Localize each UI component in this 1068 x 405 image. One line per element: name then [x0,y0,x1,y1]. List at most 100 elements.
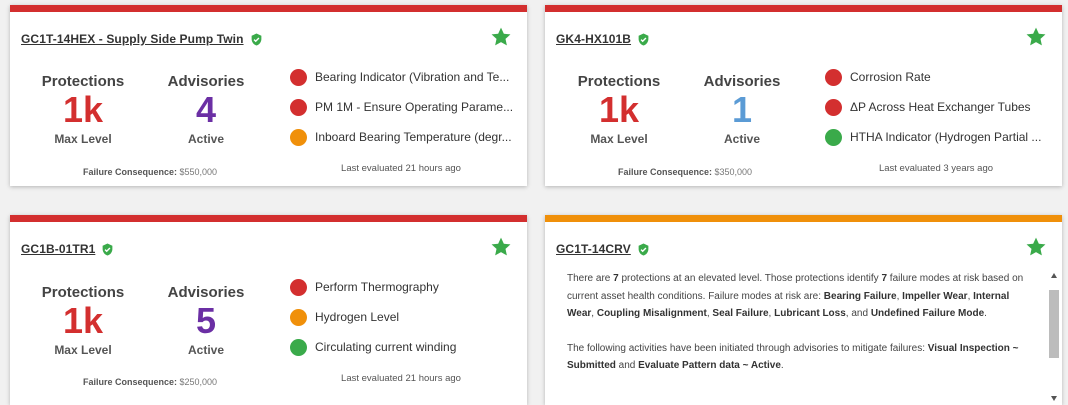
protections-value: 1k [62,89,104,130]
failure-mode: Lubricant Loss [774,308,846,319]
protections-label: Protections [41,73,125,90]
favorite-star-icon[interactable] [490,236,512,258]
asset-card-gc1t-14crv: GC1T-14CRV There are 7 protections at an… [545,215,1062,405]
summary-text: . [984,308,987,319]
failure-consequence: Failure Consequence: $350,000 [560,167,810,177]
protections-label: Protections [577,73,661,90]
protections-sublabel: Max Level [54,343,112,357]
card-header: GC1T-14HEX - Supply Side Pump Twin [21,32,263,46]
advisory-item[interactable]: Circulating current winding [290,332,456,362]
failure-mode: Undefined Failure Mode [870,308,985,319]
status-dot-icon [290,338,307,356]
advisories-value: 5 [195,300,217,341]
verified-shield-icon [251,33,261,45]
status-dot-icon [825,68,842,86]
failure-consequence-label: Failure Consequence: [82,377,177,387]
asset-title-link[interactable]: GK4-HX101B [556,32,631,46]
advisory-item[interactable]: Perform Thermography [290,272,456,302]
status-dot-icon [825,98,842,116]
status-dot-icon [290,308,307,326]
protections-stat: Protections 1k Max Level [28,73,138,146]
summary-paragraph: There are 7 protections at an elevated l… [567,273,1024,319]
summary-scrollbar[interactable] [1048,270,1060,402]
advisory-label: PM 1M - Ensure Operating Parame... [315,100,514,114]
asset-card-gc1t-14hex: GC1T-14HEX - Supply Side Pump Twin Prote… [10,5,527,186]
summary-text: There are [567,273,614,284]
protections-label: Protections [41,284,125,301]
protections-value: 1k [598,89,640,130]
failure-mode: Impeller Wear [902,290,968,302]
advisories-value: 4 [195,89,217,130]
last-evaluated: Last evaluated 21 hours ago [341,163,461,174]
advisory-item[interactable]: HTHA Indicator (Hydrogen Partial ... [825,122,1041,152]
verified-shield-icon [102,243,113,255]
status-dot-icon [290,278,307,296]
asset-card-gc1b-01tr1: GC1B-01TR1 Protections 1k Max Level Advi… [10,215,527,405]
verified-shield-icon [638,33,649,45]
advisories-sublabel: Active [723,132,761,146]
advisory-label: Inboard Bearing Temperature (degr... [315,130,512,144]
failure-consequence-label: Failure Consequence: [82,167,177,177]
advisory-list: Perform Thermography Hydrogen Level Circ… [290,272,456,362]
health-summary: There are 7 protections at an elevated l… [567,270,1034,405]
scroll-thumb[interactable] [1049,290,1059,358]
protections-value: 1k [62,300,104,341]
asset-title-link[interactable]: GC1T-14CRV [556,242,631,256]
last-evaluated: Last evaluated 21 hours ago [341,373,461,384]
scroll-down-arrow-icon[interactable] [1051,396,1057,401]
advisory-item[interactable]: PM 1M - Ensure Operating Parame... [290,92,513,122]
summary-text: The following activities have been initi… [567,342,928,354]
summary-text: . [780,360,784,371]
advisory-item[interactable]: ΔP Across Heat Exchanger Tubes [825,92,1041,122]
card-header: GC1T-14CRV [556,242,650,256]
advisory-list: Bearing Indicator (Vibration and Te... P… [290,62,513,152]
favorite-star-icon[interactable] [490,26,512,48]
protections-stat: Protections 1k Max Level [564,73,674,146]
advisories-stat: Advisories 4 Active [151,73,261,146]
advisory-list: Corrosion Rate ΔP Across Heat Exchanger … [825,62,1041,152]
failure-mode: Seal Failure [712,308,769,319]
favorite-star-icon[interactable] [1025,26,1047,48]
verified-shield-icon [638,243,649,255]
status-dot-icon [290,98,307,116]
advisory-label: ΔP Across Heat Exchanger Tubes [850,100,1031,114]
failure-consequence-label: Failure Consequence: [617,167,712,177]
advisory-label: Perform Thermography [315,280,439,294]
summary-text: , and [845,308,871,319]
advisory-label: Bearing Indicator (Vibration and Te... [315,70,510,84]
advisories-sublabel: Active [187,343,225,357]
status-dot-icon [825,128,842,146]
protections-sublabel: Max Level [54,132,112,146]
advisories-stat: Advisories 1 Active [687,73,797,146]
last-evaluated: Last evaluated 3 years ago [878,163,994,174]
mitigation-activity: Evaluate Pattern data ~ Active [638,360,781,371]
advisory-label: Hydrogen Level [315,310,400,324]
advisories-label: Advisories [167,73,245,90]
advisory-label: Corrosion Rate [850,70,931,84]
advisory-label: Circulating current winding [315,340,457,354]
advisories-label: Advisories [703,73,781,90]
advisories-stat: Advisories 5 Active [151,284,261,357]
advisories-label: Advisories [167,284,245,301]
asset-card-gk4-hx101b: GK4-HX101B Protections 1k Max Level Advi… [545,5,1062,186]
advisory-item[interactable]: Corrosion Rate [825,62,1041,92]
scroll-up-arrow-icon[interactable] [1051,273,1057,278]
failure-mode: Bearing Failure [823,290,897,302]
failure-consequence-value: $350,000 [714,167,753,177]
failure-mode: Coupling Misalignment [596,308,707,319]
summary-text: and [615,360,639,371]
card-header: GK4-HX101B [556,32,650,46]
failure-consequence: Failure Consequence: $250,000 [25,377,275,387]
asset-title-link[interactable]: GC1B-01TR1 [21,242,95,256]
failure-consequence-value: $250,000 [179,377,218,387]
asset-title-link[interactable]: GC1T-14HEX - Supply Side Pump Twin [21,32,244,46]
status-dot-icon [290,128,307,146]
advisories-sublabel: Active [187,132,225,146]
advisory-item[interactable]: Hydrogen Level [290,302,456,332]
card-header: GC1B-01TR1 [21,242,114,256]
status-dot-icon [290,68,307,86]
failure-consequence-value: $550,000 [179,167,218,177]
advisory-item[interactable]: Bearing Indicator (Vibration and Te... [290,62,513,92]
favorite-star-icon[interactable] [1025,236,1047,258]
advisory-item[interactable]: Inboard Bearing Temperature (degr... [290,122,513,152]
